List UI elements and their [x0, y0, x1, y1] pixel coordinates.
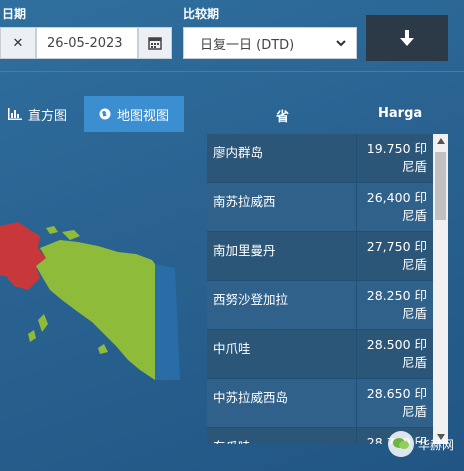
globe-icon: [99, 108, 111, 120]
price-table: 廖内群岛 19.750 印尼盾 南苏拉威西 26,400 印尼盾 南加里曼丹 2…: [207, 134, 433, 444]
province-map[interactable]: [0, 140, 200, 400]
watermark: 华赫网: [387, 431, 454, 457]
price-cell: 19.750 印尼盾: [366, 141, 427, 174]
wechat-icon: [387, 431, 414, 457]
province-cell: 西努沙登加拉: [207, 281, 357, 329]
compare-period-select[interactable]: 日复一日 (DTD): [183, 27, 357, 59]
table-scrollbar[interactable]: [433, 134, 448, 444]
price-cell: 26,400 印尼盾: [366, 190, 427, 223]
map-island-4: [28, 330, 36, 342]
bar-chart-icon: [8, 108, 22, 120]
map-island-2: [46, 226, 58, 234]
map-island-5: [98, 344, 108, 354]
table-row[interactable]: 中爪哇 28.500 印尼盾: [207, 330, 433, 379]
table-row[interactable]: 南苏拉威西 26,400 印尼盾: [207, 183, 433, 232]
province-cell: 中苏拉威西岛: [207, 379, 357, 427]
province-cell: 南苏拉威西: [207, 183, 357, 231]
download-button[interactable]: [366, 15, 448, 61]
scrollbar-thumb[interactable]: [435, 152, 446, 220]
date-input[interactable]: 26-05-2023: [36, 27, 138, 59]
calendar-icon: [148, 37, 162, 50]
watermark-text: 华赫网: [417, 437, 454, 452]
tab-histogram[interactable]: 直方图: [0, 96, 78, 132]
divider: [0, 71, 464, 72]
table-row[interactable]: 中苏拉威西岛 28.650 印尼盾: [207, 379, 433, 428]
province-cell: 南加里曼丹: [207, 232, 357, 280]
triangle-up-icon: [436, 138, 445, 144]
calendar-button[interactable]: [138, 27, 172, 59]
tab-histogram-label: 直方图: [28, 108, 68, 124]
date-label: 日期: [2, 7, 27, 21]
tab-map-view[interactable]: 地图视图: [84, 96, 184, 132]
province-cell: 东爪哇: [207, 428, 357, 444]
price-cell: 28.500 印尼盾: [366, 337, 427, 370]
price-cell: 28.250 印尼盾: [366, 288, 427, 321]
table-row[interactable]: 西努沙登加拉 28.250 印尼盾: [207, 281, 433, 330]
table-row[interactable]: 南加里曼丹 27,750 印尼盾: [207, 232, 433, 281]
map-island-1: [62, 230, 80, 240]
close-icon: ✕: [12, 35, 24, 51]
compare-label: 比较期: [183, 7, 220, 21]
price-column-header: Harga: [378, 106, 423, 121]
map-region-papua: [36, 240, 155, 380]
province-cell: 廖内群岛: [207, 134, 357, 182]
map-region-west-papua: [0, 222, 46, 290]
compare-selected-value: 日复一日 (DTD): [200, 37, 295, 53]
price-cell: 27,750 印尼盾: [366, 239, 427, 272]
arrow-down-icon: [400, 30, 414, 46]
scroll-up-button[interactable]: [433, 134, 448, 148]
chevron-down-icon: [336, 40, 346, 47]
map-island-3: [38, 314, 48, 332]
clear-date-button[interactable]: ✕: [0, 27, 36, 59]
province-cell: 中爪哇: [207, 330, 357, 378]
price-cell: 28.650 印尼盾: [366, 386, 427, 419]
table-row[interactable]: 廖内群岛 19.750 印尼盾: [207, 134, 433, 183]
tab-map-view-label: 地图视图: [116, 108, 169, 124]
province-column-header: 省: [276, 110, 290, 125]
map-region-papua-east: [155, 264, 180, 380]
